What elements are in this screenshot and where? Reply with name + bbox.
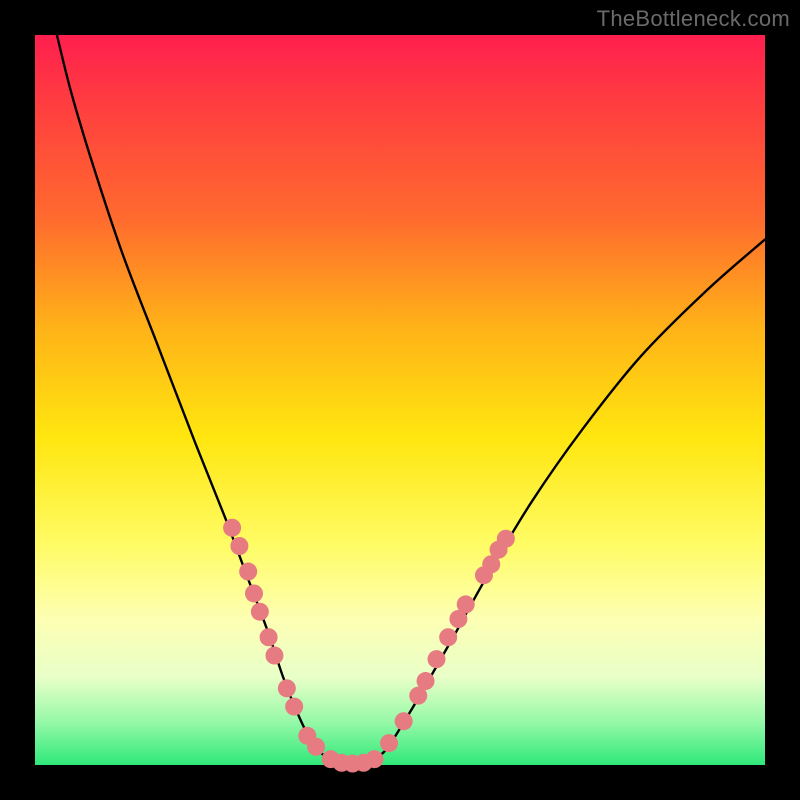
data-dot xyxy=(285,698,303,716)
data-dots xyxy=(223,519,515,773)
data-dot xyxy=(260,628,278,646)
data-dot xyxy=(497,530,515,548)
data-dot xyxy=(428,650,446,668)
data-dot xyxy=(457,595,475,613)
data-dot xyxy=(230,537,248,555)
outer-frame: TheBottleneck.com xyxy=(0,0,800,800)
data-dot xyxy=(245,584,263,602)
plot-overlay xyxy=(35,35,765,765)
data-dot xyxy=(365,750,383,768)
data-dot xyxy=(239,563,257,581)
data-dot xyxy=(278,679,296,697)
bottleneck-curve xyxy=(57,35,765,766)
data-dot xyxy=(417,672,435,690)
data-dot xyxy=(395,712,413,730)
watermark-text: TheBottleneck.com xyxy=(597,6,790,32)
data-dot xyxy=(307,738,325,756)
data-dot xyxy=(265,647,283,665)
data-dot xyxy=(251,603,269,621)
data-dot xyxy=(439,628,457,646)
data-dot xyxy=(380,734,398,752)
data-dot xyxy=(223,519,241,537)
